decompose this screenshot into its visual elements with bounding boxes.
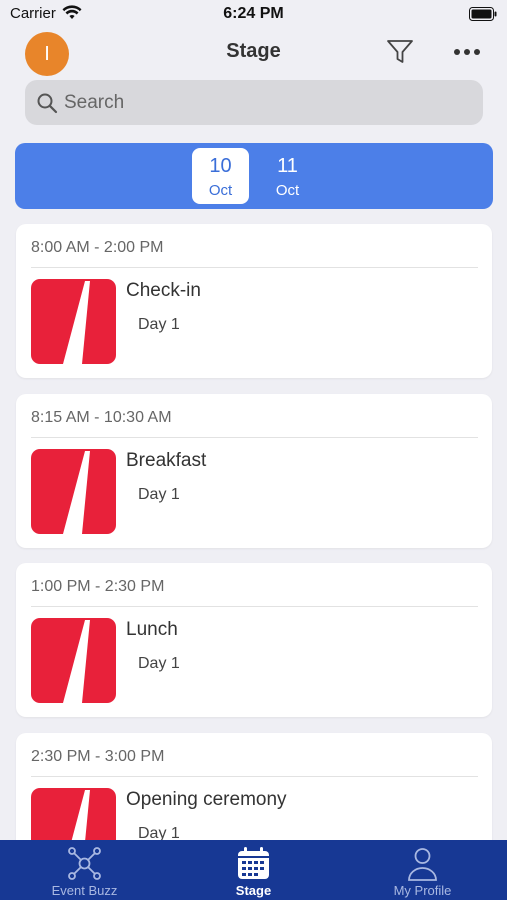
status-time: 6:24 PM bbox=[223, 5, 284, 22]
session-day: Day 1 bbox=[138, 486, 180, 503]
session-time: 2:30 PM - 3:00 PM bbox=[31, 748, 165, 765]
tab-label: Event Buzz bbox=[51, 883, 118, 898]
search-bar[interactable] bbox=[25, 80, 483, 125]
page-title: Stage bbox=[226, 40, 281, 62]
divider bbox=[31, 267, 478, 268]
tab-event-buzz[interactable]: Event Buzz bbox=[0, 840, 169, 900]
tab-label: My Profile bbox=[393, 883, 452, 898]
battery-icon bbox=[469, 7, 497, 21]
calendar-icon bbox=[238, 847, 269, 879]
avatar-initial: I bbox=[44, 42, 50, 65]
tab-my-profile[interactable]: My Profile bbox=[338, 840, 507, 900]
session-time: 1:00 PM - 2:30 PM bbox=[31, 578, 165, 595]
date-day: 11 bbox=[277, 155, 298, 177]
status-bar: Carrier 6:24 PM bbox=[0, 0, 507, 30]
filter-icon[interactable] bbox=[386, 38, 414, 66]
event-logo-icon bbox=[31, 449, 116, 534]
more-icon[interactable] bbox=[452, 44, 482, 60]
nav-bar: I Stage bbox=[0, 30, 507, 76]
tab-stage[interactable]: Stage bbox=[169, 840, 338, 900]
session-day: Day 1 bbox=[138, 316, 180, 333]
session-card[interactable]: 8:15 AM - 10:30 AM Breakfast Day 1 bbox=[16, 394, 492, 548]
date-selector: 10 Oct 11 Oct bbox=[15, 143, 493, 209]
session-card[interactable]: 8:00 AM - 2:00 PM Check-in Day 1 bbox=[16, 224, 492, 378]
date-month: Oct bbox=[208, 182, 233, 199]
session-title: Opening ceremony bbox=[126, 789, 287, 810]
session-time: 8:15 AM - 10:30 AM bbox=[31, 409, 172, 426]
session-card[interactable]: 1:00 PM - 2:30 PM Lunch Day 1 bbox=[16, 563, 492, 717]
divider bbox=[31, 776, 478, 777]
date-day: 10 bbox=[209, 155, 232, 177]
date-month: Oct bbox=[275, 182, 300, 199]
date-tab-11-oct[interactable]: 11 Oct bbox=[259, 148, 316, 204]
session-day: Day 1 bbox=[138, 655, 180, 672]
session-title: Check-in bbox=[126, 280, 201, 301]
search-input[interactable] bbox=[64, 91, 464, 114]
divider bbox=[31, 606, 478, 607]
event-logo-icon bbox=[31, 618, 116, 703]
session-time: 8:00 AM - 2:00 PM bbox=[31, 239, 164, 256]
network-icon bbox=[68, 847, 101, 880]
avatar[interactable]: I bbox=[25, 32, 69, 76]
session-title: Lunch bbox=[126, 619, 178, 640]
tab-label: Stage bbox=[235, 883, 272, 898]
person-icon bbox=[408, 848, 437, 881]
search-icon bbox=[37, 93, 58, 113]
tab-bar: Event Buzz Stage My Profile bbox=[0, 840, 507, 900]
session-title: Breakfast bbox=[126, 450, 207, 471]
event-logo-icon bbox=[31, 279, 116, 364]
date-tab-10-oct[interactable]: 10 Oct bbox=[192, 148, 249, 204]
divider bbox=[31, 437, 478, 438]
